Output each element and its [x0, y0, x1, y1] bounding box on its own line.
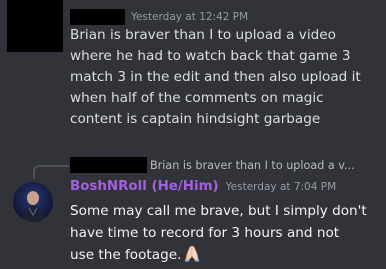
message-line-text: use the footage.: [70, 247, 182, 263]
message-line: content is captain hindsight garbage: [70, 111, 321, 127]
message-line-with-emoji: use the footage.: [70, 244, 386, 269]
message-line: have time to record for 3 hours and not: [70, 225, 340, 241]
redacted-reply-author: [70, 157, 147, 173]
avatar[interactable]: [13, 182, 53, 222]
folded-hands-emoji[interactable]: [183, 244, 201, 269]
message-content: Brian is braver than I to upload a video…: [70, 25, 386, 130]
reply-preview-text[interactable]: Brian is braver than I to upload a v...: [150, 159, 355, 172]
message-timestamp[interactable]: Yesterday at 12:42 PM: [131, 11, 248, 23]
avatar-figure-icon: [21, 190, 45, 222]
username[interactable]: BoshNRoll (He/Him): [70, 179, 219, 194]
message-line: match 3 in the edit and then also upload…: [70, 69, 361, 85]
message-content: Some may call me brave, but I simply don…: [70, 200, 386, 269]
redacted-username[interactable]: [70, 9, 125, 25]
redacted-avatar[interactable]: [7, 0, 63, 52]
reply-connector: [33, 165, 69, 179]
message-header: BoshNRoll (He/Him) Yesterday at 7:04 PM: [70, 179, 336, 194]
message-header: Yesterday at 12:42 PM: [70, 8, 248, 26]
message-line: when half of the comments on magic: [70, 90, 324, 106]
message-line: Brian is braver than I to upload a video: [70, 27, 336, 43]
reply-reference[interactable]: Brian is braver than I to upload a v...: [70, 156, 386, 174]
message-line: where he had to watch back that game 3: [70, 48, 351, 64]
message-timestamp[interactable]: Yesterday at 7:04 PM: [226, 181, 337, 193]
message-line: Some may call me brave, but I simply don…: [70, 203, 367, 219]
